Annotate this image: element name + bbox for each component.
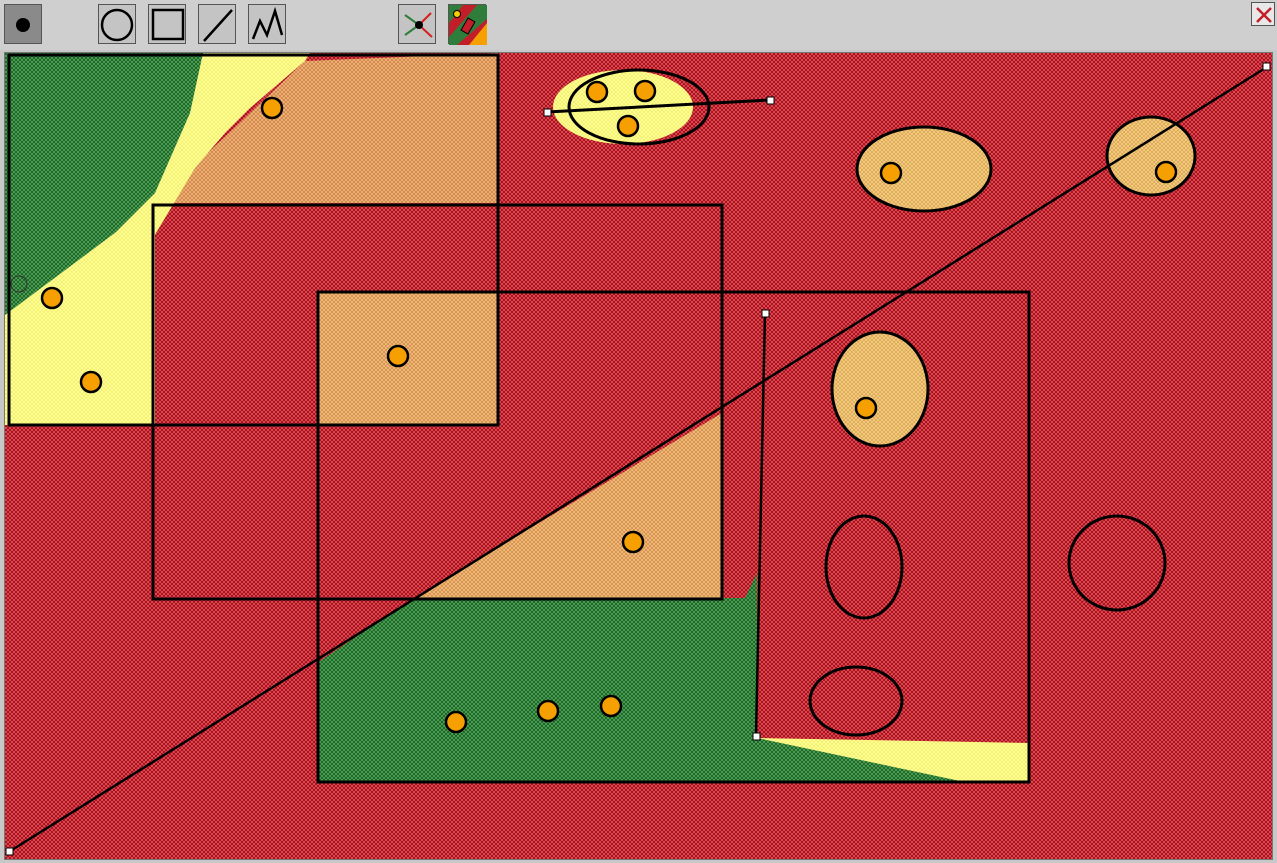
data-point[interactable] xyxy=(585,80,609,104)
data-point[interactable] xyxy=(616,114,640,138)
filled-dot-icon xyxy=(16,18,30,32)
data-point[interactable] xyxy=(1154,160,1178,184)
close-x-icon xyxy=(1256,7,1272,23)
data-point[interactable] xyxy=(386,344,410,368)
circle-tool-button[interactable] xyxy=(98,4,136,44)
classify-tool-button[interactable] xyxy=(398,4,436,44)
close-button[interactable] xyxy=(1251,2,1275,26)
rectangle-outline-icon xyxy=(151,8,185,41)
data-point[interactable] xyxy=(79,370,103,394)
toolbar xyxy=(0,0,1277,50)
polyline-tool-button[interactable] xyxy=(248,4,286,44)
rectangle-tool-button[interactable] xyxy=(148,4,186,44)
circle-outline-icon xyxy=(100,8,134,42)
data-point[interactable] xyxy=(599,694,623,718)
decision-map-icon xyxy=(449,5,487,45)
data-point[interactable] xyxy=(633,79,657,103)
data-point[interactable] xyxy=(260,96,284,120)
data-point[interactable] xyxy=(621,530,645,554)
data-point[interactable] xyxy=(40,286,64,310)
line-handle[interactable] xyxy=(1262,62,1271,71)
line-handle[interactable] xyxy=(766,96,775,105)
line-handle[interactable] xyxy=(752,732,761,741)
color-map-tool-button[interactable] xyxy=(448,4,487,45)
point-tool-button[interactable] xyxy=(4,4,42,44)
canvas-drawing xyxy=(5,53,1272,859)
data-point[interactable] xyxy=(536,699,560,723)
line-handle[interactable] xyxy=(5,847,14,856)
line-tool-button[interactable] xyxy=(198,4,236,44)
diagonal-line-icon xyxy=(203,9,233,42)
classifier-icon xyxy=(404,12,433,38)
line-handle[interactable] xyxy=(543,108,552,117)
data-point[interactable] xyxy=(444,710,468,734)
data-point[interactable] xyxy=(879,161,903,185)
drawing-canvas[interactable] xyxy=(4,52,1273,860)
zigzag-line-icon xyxy=(251,6,284,40)
data-point[interactable] xyxy=(854,396,878,420)
line-handle[interactable] xyxy=(761,309,770,318)
